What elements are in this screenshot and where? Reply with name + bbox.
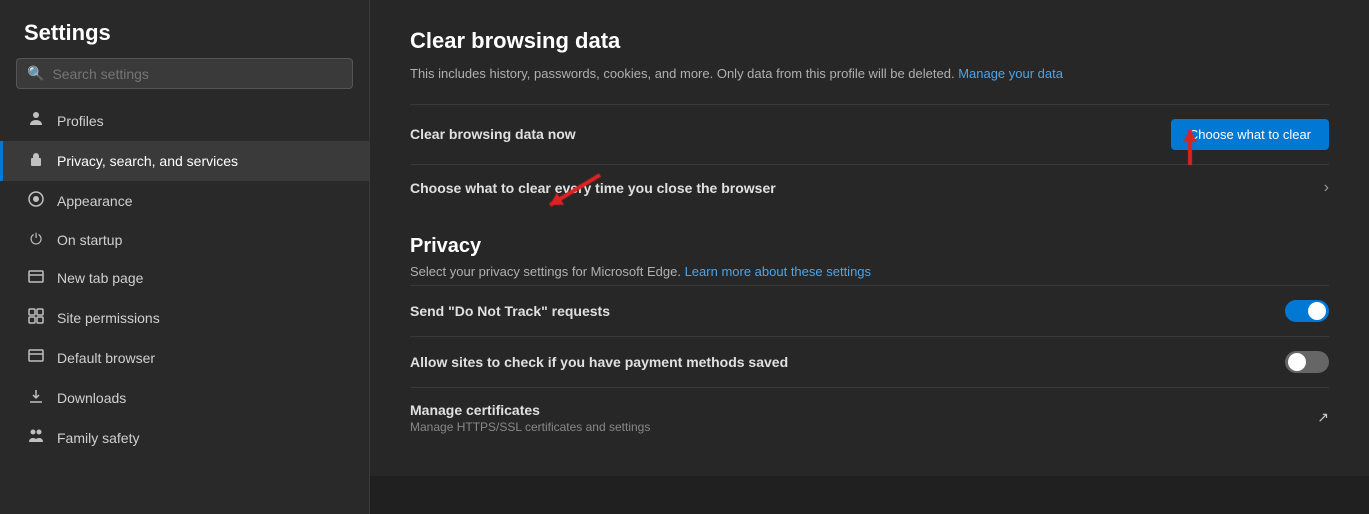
payment-methods-toggle[interactable]: [1285, 351, 1329, 373]
external-link-icon: ↗: [1317, 409, 1329, 426]
appearance-icon: [27, 191, 45, 211]
privacy-desc: Select your privacy settings for Microso…: [410, 264, 1329, 279]
profile-icon: [27, 111, 45, 131]
sidebar-item-downloads-label: Downloads: [57, 390, 126, 406]
sidebar-item-on-startup[interactable]: ⏻ On startup: [0, 221, 369, 258]
downloads-icon: [27, 388, 45, 408]
startup-icon: ⏻: [27, 231, 45, 248]
new-tab-icon: [27, 268, 45, 288]
clear-every-time-label: Choose what to clear every time you clos…: [410, 180, 776, 196]
sidebar-item-privacy-label: Privacy, search, and services: [57, 153, 238, 169]
clear-browsing-title: Clear browsing data: [410, 28, 1329, 54]
manage-cert-text: Manage certificates Manage HTTPS/SSL cer…: [410, 402, 650, 434]
clear-now-label: Clear browsing data now: [410, 126, 576, 142]
sidebar-item-appearance[interactable]: Appearance: [0, 181, 369, 221]
clear-now-row: Clear browsing data now Choose what to c…: [410, 104, 1329, 164]
privacy-section: Privacy Select your privacy settings for…: [410, 235, 1329, 448]
sidebar-item-family-safety-label: Family safety: [57, 430, 139, 446]
choose-what-to-clear-button[interactable]: Choose what to clear: [1171, 119, 1329, 150]
payment-toggle-knob: [1288, 353, 1306, 371]
search-icon: 🔍: [27, 65, 44, 82]
sidebar-item-appearance-label: Appearance: [57, 193, 133, 209]
sidebar-item-default-browser[interactable]: Default browser: [0, 338, 369, 378]
sidebar-item-profiles[interactable]: Profiles: [0, 101, 369, 141]
do-not-track-row: Send "Do Not Track" requests: [410, 285, 1329, 336]
do-not-track-label: Send "Do Not Track" requests: [410, 303, 610, 319]
sidebar-item-new-tab[interactable]: New tab page: [0, 258, 369, 298]
main-content: Clear browsing data This includes histor…: [370, 0, 1369, 476]
learn-more-link[interactable]: Learn more about these settings: [685, 264, 871, 279]
family-safety-icon: [27, 428, 45, 448]
manage-cert-label: Manage certificates: [410, 402, 650, 418]
manage-data-link[interactable]: Manage your data: [958, 66, 1063, 81]
do-not-track-toggle[interactable]: [1285, 300, 1329, 322]
sidebar-item-privacy[interactable]: Privacy, search, and services: [0, 141, 369, 181]
clear-browsing-section: Clear browsing data This includes histor…: [410, 28, 1329, 211]
payment-methods-row: Allow sites to check if you have payment…: [410, 336, 1329, 387]
clear-browsing-desc: This includes history, passwords, cookie…: [410, 64, 1329, 84]
sidebar-item-site-permissions-label: Site permissions: [57, 310, 160, 326]
default-browser-icon: [27, 348, 45, 368]
site-permissions-icon: [27, 308, 45, 328]
clear-every-time-row[interactable]: Choose what to clear every time you clos…: [410, 164, 1329, 211]
manage-cert-sublabel: Manage HTTPS/SSL certificates and settin…: [410, 420, 650, 434]
chevron-right-icon: ›: [1324, 179, 1329, 197]
search-input[interactable]: [52, 66, 342, 82]
sidebar-nav: Profiles Privacy, search, and services A…: [0, 101, 369, 458]
sidebar: Settings 🔍 Profiles Privacy, search, and…: [0, 0, 370, 514]
sidebar-item-on-startup-label: On startup: [57, 232, 122, 248]
privacy-icon: [27, 151, 45, 171]
sidebar-item-profiles-label: Profiles: [57, 113, 104, 129]
search-box[interactable]: 🔍: [16, 58, 353, 89]
sidebar-item-default-browser-label: Default browser: [57, 350, 155, 366]
sidebar-item-new-tab-label: New tab page: [57, 270, 143, 286]
app-title: Settings: [0, 0, 369, 58]
toggle-knob: [1308, 302, 1326, 320]
payment-methods-label: Allow sites to check if you have payment…: [410, 354, 788, 370]
sidebar-item-site-permissions[interactable]: Site permissions: [0, 298, 369, 338]
sidebar-item-family-safety[interactable]: Family safety: [0, 418, 369, 458]
manage-certificates-row[interactable]: Manage certificates Manage HTTPS/SSL cer…: [410, 387, 1329, 448]
privacy-title: Privacy: [410, 235, 1329, 258]
sidebar-item-downloads[interactable]: Downloads: [0, 378, 369, 418]
main-wrapper: Clear browsing data This includes histor…: [370, 0, 1369, 514]
